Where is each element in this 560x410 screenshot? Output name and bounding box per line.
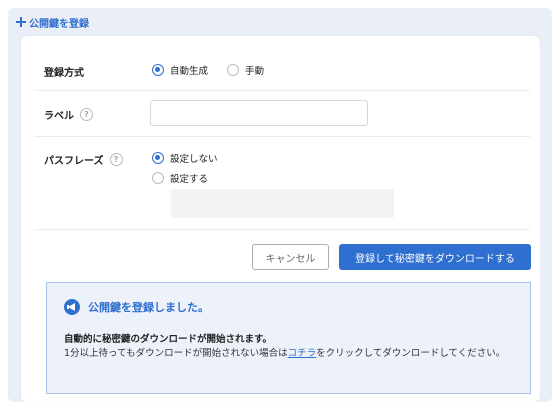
label-input[interactable] (150, 100, 368, 126)
help-icon[interactable]: ? (109, 153, 123, 166)
form-card: 登録方式 自動生成 手動 ラベル ? パスフレーズ ? 設定しない 設定する キ… (21, 36, 540, 402)
radio-manual-circle[interactable] (227, 64, 239, 76)
cancel-button[interactable]: キャンセル (252, 244, 329, 270)
radio-no-passphrase-label: 設定しない (170, 154, 218, 165)
register-key-panel: 公開鍵を登録 登録方式 自動生成 手動 ラベル ? パスフレーズ ? 設定しない… (8, 8, 552, 402)
radio-auto[interactable]: 自動生成 (152, 63, 208, 77)
plus-icon (16, 17, 26, 27)
help-icon[interactable]: ? (80, 108, 93, 121)
divider (34, 229, 530, 230)
radio-manual-label: 手動 (245, 66, 265, 77)
panel-title: 公開鍵を登録 (29, 18, 89, 30)
radio-auto-circle[interactable] (152, 64, 164, 76)
notice-auto-download-text: 自動的に秘密鍵のダウンロードが開始されます。 (64, 334, 273, 345)
divider (34, 136, 530, 137)
radio-auto-label: 自動生成 (170, 66, 209, 77)
method-label: 登録方式 (44, 68, 84, 79)
radio-no-passphrase-circle[interactable] (152, 152, 164, 164)
success-notice: 公開鍵を登録しました。 自動的に秘密鍵のダウンロードが開始されます。 1分以上待… (46, 282, 531, 394)
radio-manual[interactable]: 手動 (227, 63, 264, 77)
megaphone-icon (64, 299, 80, 315)
notice-title-text: 公開鍵を登録しました。 (88, 301, 209, 314)
notice-body-before: 1分以上待ってもダウンロードが開始されない場合は (64, 348, 288, 359)
label-field-label: ラベル ? (44, 107, 93, 122)
download-link[interactable]: コチラ (288, 348, 317, 359)
notice-body-after: をクリックしてダウンロードしてください。 (316, 348, 506, 359)
notice-body: 1分以上待ってもダウンロードが開始されない場合はコチラをクリックしてダウンロード… (64, 346, 519, 361)
divider (34, 90, 530, 91)
radio-set-passphrase-label: 設定する (170, 174, 209, 185)
radio-set-passphrase-circle[interactable] (152, 172, 164, 184)
passphrase-input (171, 189, 394, 218)
register-download-button[interactable]: 登録して秘密鍵をダウンロードする (339, 244, 531, 270)
notice-title: 公開鍵を登録しました。 (64, 299, 209, 315)
radio-no-passphrase[interactable]: 設定しない (152, 151, 218, 165)
passphrase-label: パスフレーズ ? (44, 152, 123, 167)
panel-header[interactable]: 公開鍵を登録 (16, 15, 89, 30)
radio-set-passphrase[interactable]: 設定する (152, 171, 208, 185)
